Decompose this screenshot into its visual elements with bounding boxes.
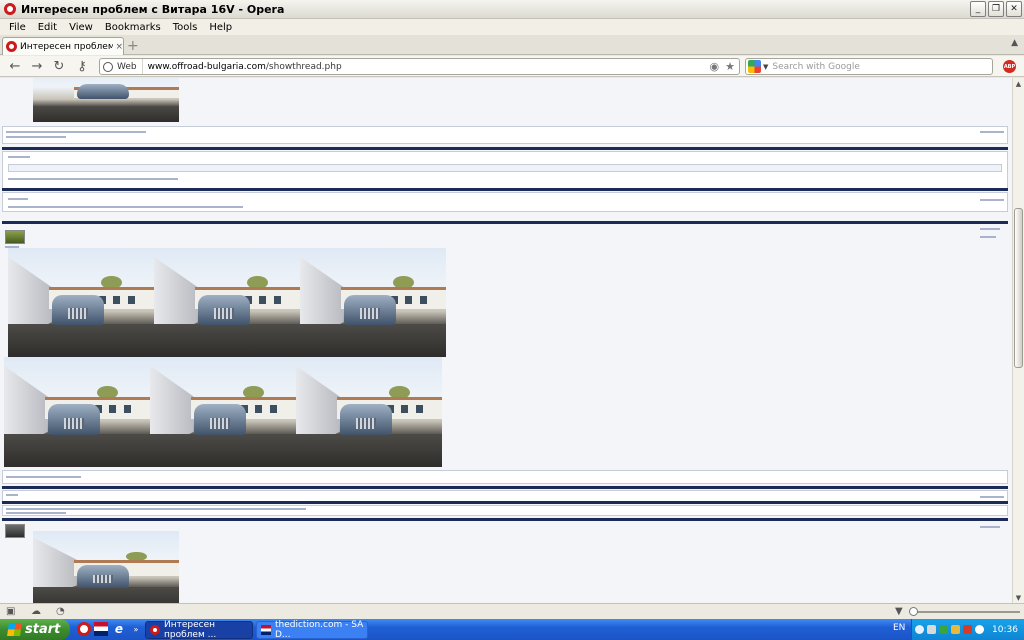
post-image[interactable]: [296, 357, 442, 467]
back-arrow-icon[interactable]: ←: [6, 58, 24, 75]
taskbar-item-opera[interactable]: Интересен проблем ...: [145, 620, 253, 640]
post-image[interactable]: [4, 357, 150, 467]
menu-edit[interactable]: Edit: [32, 22, 63, 33]
search-engine-dropdown-icon[interactable]: ▼: [763, 63, 768, 71]
zoom-menu-icon[interactable]: ▼: [895, 606, 903, 617]
user-avatar[interactable]: [5, 524, 25, 538]
task-label: thediction.com - SA D...: [275, 620, 364, 640]
window-title-bar[interactable]: Интересен проблем с Витара 16V - Opera _…: [0, 0, 1024, 19]
task-label: Интересен проблем ...: [164, 620, 217, 640]
user-avatar[interactable]: [5, 230, 25, 244]
post-image[interactable]: [150, 357, 296, 467]
search-field[interactable]: ▼ Search with Google: [745, 58, 993, 75]
tab-bar: Интересен проблем с В... × + ▲: [0, 35, 1024, 55]
forward-arrow-icon[interactable]: →: [28, 58, 46, 75]
url-domain: www.offroad-bulgaria.com: [147, 61, 266, 72]
menu-help[interactable]: Help: [203, 22, 238, 33]
post-block: [2, 192, 1008, 212]
turbo-icon[interactable]: ◔: [56, 606, 65, 617]
shield-icon[interactable]: [951, 625, 960, 634]
volume-icon[interactable]: [927, 625, 936, 634]
minimize-button[interactable]: _: [970, 1, 986, 17]
tab-close-icon[interactable]: ×: [115, 42, 123, 52]
navigation-bar: ← → ↻ ⚷ Web www.offroad-bulgaria.com/sho…: [0, 56, 1024, 77]
post-separator: [2, 501, 1008, 504]
post-image[interactable]: [8, 248, 154, 357]
search-placeholder: Search with Google: [772, 61, 860, 72]
windows-taskbar: start e » Интересен проблем ... thedicti…: [0, 619, 1024, 640]
opera-favicon-icon: [6, 41, 17, 52]
post-image[interactable]: [33, 531, 179, 603]
panel-toggle-icon[interactable]: ▣: [6, 606, 15, 617]
antivirus-icon[interactable]: [939, 625, 948, 634]
url-text[interactable]: www.offroad-bulgaria.com/showthread.php: [143, 62, 342, 72]
status-bar: ▣ ☁ ◔ ▼: [0, 603, 1024, 619]
tab-active[interactable]: Интересен проблем с В... ×: [2, 37, 124, 55]
google-icon[interactable]: [748, 60, 761, 73]
internet-explorer-icon[interactable]: e: [112, 622, 126, 636]
flag-quicklaunch-icon[interactable]: [94, 622, 108, 636]
rss-icon[interactable]: ◉: [710, 60, 720, 73]
menu-tools[interactable]: Tools: [167, 22, 204, 33]
web-label: Web: [117, 61, 137, 72]
scroll-thumb[interactable]: [1014, 208, 1023, 368]
adblock-button[interactable]: ABP: [1003, 60, 1016, 73]
opera-icon: [150, 625, 160, 635]
system-tray: 10:36: [911, 619, 1024, 640]
vertical-scrollbar[interactable]: ▲ ▼: [1012, 78, 1024, 603]
taskbar-item-thediction[interactable]: thediction.com - SA D...: [256, 620, 368, 640]
tab-label: Интересен проблем с В...: [20, 41, 114, 52]
quicklaunch-expand-icon[interactable]: »: [129, 622, 143, 636]
zoom-slider-knob[interactable]: [909, 607, 918, 616]
post-block: [2, 505, 1008, 516]
key-icon[interactable]: ⚷: [73, 58, 91, 75]
language-indicator[interactable]: EN: [893, 623, 905, 633]
menu-view[interactable]: View: [63, 22, 99, 33]
tab-menu-icon[interactable]: ▲: [1011, 38, 1018, 48]
bookmark-star-icon[interactable]: ★: [725, 60, 735, 73]
start-label: start: [25, 622, 61, 637]
post-separator: [2, 518, 1008, 521]
opera-logo-icon: [4, 3, 16, 15]
quote-box: [8, 164, 1002, 172]
new-tab-icon[interactable]: +: [127, 38, 139, 54]
page-content: [0, 78, 1012, 603]
windows-flag-icon: [7, 623, 22, 636]
opera-quicklaunch-icon[interactable]: [77, 622, 91, 636]
unite-cloud-icon[interactable]: ☁: [31, 606, 41, 617]
uk-flag-icon: [261, 625, 271, 635]
menu-bar: File Edit View Bookmarks Tools Help: [0, 19, 1024, 35]
post-image[interactable]: [33, 78, 179, 122]
zoom-slider-track[interactable]: [912, 611, 1020, 613]
window-title: Интересен проблем с Витара 16V - Opera: [21, 2, 285, 16]
post-separator: [2, 147, 1008, 150]
menu-bookmarks[interactable]: Bookmarks: [99, 22, 167, 33]
restore-button[interactable]: ❐: [988, 1, 1004, 17]
post-footer: [2, 470, 1008, 484]
reload-icon[interactable]: ↻: [50, 58, 68, 75]
globe-icon: [103, 61, 113, 72]
scroll-up-icon[interactable]: ▲: [1013, 78, 1024, 89]
scroll-down-icon[interactable]: ▼: [1013, 592, 1024, 603]
web-badge[interactable]: Web: [100, 59, 143, 74]
post-image[interactable]: [154, 248, 300, 357]
address-bar[interactable]: Web www.offroad-bulgaria.com/showthread.…: [99, 58, 740, 75]
post-separator: [2, 221, 1008, 224]
start-button[interactable]: start: [0, 619, 70, 640]
close-button[interactable]: ✕: [1006, 1, 1022, 17]
network-icon[interactable]: [915, 625, 924, 634]
post-footer: [2, 126, 1008, 144]
post-separator: [2, 188, 1008, 191]
menu-file[interactable]: File: [3, 22, 32, 33]
clock[interactable]: 10:36: [992, 625, 1018, 635]
post-separator: [2, 486, 1008, 489]
opera-tray-icon[interactable]: [975, 625, 984, 634]
post-image[interactable]: [300, 248, 446, 357]
security-alert-icon[interactable]: [963, 625, 972, 634]
url-path: /showthread.php: [265, 61, 342, 72]
